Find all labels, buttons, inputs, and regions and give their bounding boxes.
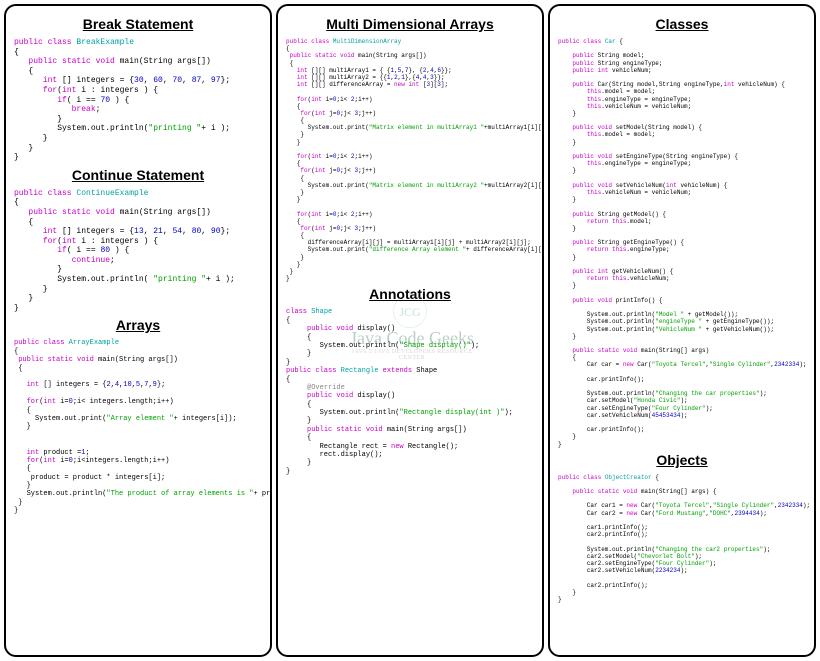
code-multidimension-array: public class MultiDimensionArray { publi… — [286, 38, 534, 282]
code-car-class: public class Car { public String model; … — [558, 38, 806, 448]
heading-continue-statement: Continue Statement — [14, 167, 262, 183]
heading-break-statement: Break Statement — [14, 16, 262, 32]
column-2: Multi Dimensional Arrays public class Mu… — [276, 4, 544, 657]
heading-annotations: Annotations — [286, 286, 534, 302]
heading-objects: Objects — [558, 452, 806, 468]
code-object-creator: public class ObjectCreator { public stat… — [558, 474, 806, 603]
code-annotations: class Shape { public void display() { Sy… — [286, 308, 534, 476]
code-array-example: public class ArrayExample { public stati… — [14, 339, 262, 515]
heading-classes: Classes — [558, 16, 806, 32]
column-1: Break Statement public class BreakExampl… — [4, 4, 272, 657]
heading-multi-dimensional-arrays: Multi Dimensional Arrays — [286, 16, 534, 32]
code-continue-example: public class ContinueExample { public st… — [14, 189, 262, 314]
code-break-example: public class BreakExample { public stati… — [14, 38, 262, 163]
column-3: Classes public class Car { public String… — [548, 4, 816, 657]
heading-arrays: Arrays — [14, 317, 262, 333]
